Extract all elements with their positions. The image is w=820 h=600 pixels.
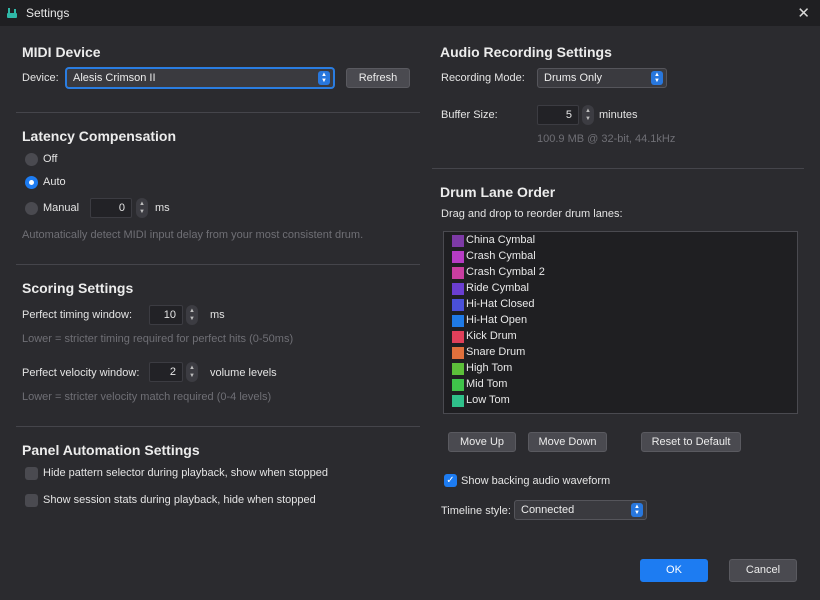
timing-window-stepper[interactable]: ▲ ▼ bbox=[186, 305, 198, 325]
audio-heading: Audio Recording Settings bbox=[440, 44, 612, 60]
show-session-stats-label: Show session stats during playback, hide… bbox=[43, 494, 316, 506]
move-down-button[interactable]: Move Down bbox=[528, 432, 607, 452]
chevron-updown-icon: ▲ ▼ bbox=[651, 71, 663, 85]
timeline-style-value: Connected bbox=[521, 504, 575, 516]
timing-window-unit: ms bbox=[210, 309, 225, 321]
buffer-size-stepper[interactable]: ▲ ▼ bbox=[582, 105, 594, 125]
hide-pattern-selector-label: Hide pattern selector during playback, s… bbox=[43, 467, 328, 479]
ok-button[interactable]: OK bbox=[640, 559, 708, 582]
window-title: Settings bbox=[26, 6, 70, 20]
show-session-stats-checkbox[interactable] bbox=[25, 494, 38, 507]
color-swatch bbox=[452, 283, 464, 295]
refresh-button[interactable]: Refresh bbox=[346, 68, 410, 88]
timing-window-input[interactable]: 10 bbox=[149, 305, 183, 325]
device-select-value: Alesis Crimson II bbox=[73, 72, 156, 84]
color-swatch bbox=[452, 331, 464, 343]
latency-heading: Latency Compensation bbox=[22, 128, 177, 144]
velocity-window-hint: Lower = stricter velocity match required… bbox=[22, 391, 272, 403]
latency-hint: Automatically detect MIDI input delay fr… bbox=[22, 229, 364, 241]
timing-window-label: Perfect timing window: bbox=[22, 309, 133, 321]
buffer-size-unit: minutes bbox=[599, 109, 638, 121]
color-swatch bbox=[452, 299, 464, 311]
buffer-size-input[interactable]: 5 bbox=[537, 105, 579, 125]
show-waveform-checkbox[interactable]: ✓ bbox=[444, 474, 457, 487]
reset-to-default-button[interactable]: Reset to Default bbox=[641, 432, 741, 452]
color-swatch bbox=[452, 347, 464, 359]
color-swatch bbox=[452, 251, 464, 263]
latency-auto-radio[interactable] bbox=[25, 176, 38, 189]
velocity-window-input[interactable]: 2 bbox=[149, 362, 183, 382]
divider bbox=[16, 426, 420, 427]
manual-latency-unit: ms bbox=[155, 202, 170, 214]
color-swatch bbox=[452, 267, 464, 279]
hide-pattern-selector-checkbox[interactable] bbox=[25, 467, 38, 480]
divider bbox=[16, 112, 420, 113]
buffer-size-info: 100.9 MB @ 32-bit, 44.1kHz bbox=[537, 133, 676, 145]
manual-latency-stepper[interactable]: ▲ ▼ bbox=[136, 198, 148, 218]
lane-order-subtitle: Drag and drop to reorder drum lanes: bbox=[441, 208, 623, 220]
move-up-button[interactable]: Move Up bbox=[448, 432, 516, 452]
color-swatch bbox=[452, 395, 464, 407]
divider bbox=[16, 264, 420, 265]
buffer-size-label: Buffer Size: bbox=[441, 109, 498, 121]
latency-off-label: Off bbox=[43, 153, 58, 165]
velocity-window-label: Perfect velocity window: bbox=[22, 367, 140, 379]
recording-mode-label: Recording Mode: bbox=[441, 72, 525, 84]
latency-auto-label: Auto bbox=[43, 176, 66, 188]
show-waveform-label: Show backing audio waveform bbox=[461, 475, 611, 487]
latency-manual-label: Manual bbox=[43, 202, 80, 214]
panel-heading: Panel Automation Settings bbox=[22, 442, 200, 458]
midi-heading: MIDI Device bbox=[22, 44, 101, 60]
chevron-updown-icon: ▲ ▼ bbox=[318, 71, 330, 85]
color-swatch bbox=[452, 315, 464, 327]
chevron-updown-icon: ▲ ▼ bbox=[631, 503, 643, 517]
app-icon bbox=[7, 8, 17, 18]
timing-window-hint: Lower = stricter timing required for per… bbox=[22, 333, 294, 345]
title-bar: Settings ✕ bbox=[0, 0, 820, 26]
color-swatch bbox=[452, 363, 464, 375]
timeline-style-label: Timeline style: bbox=[441, 505, 511, 517]
recording-mode-value: Drums Only bbox=[544, 72, 603, 84]
device-select[interactable]: Alesis Crimson II ▲ ▼ bbox=[66, 68, 334, 88]
velocity-window-stepper[interactable]: ▲ ▼ bbox=[186, 362, 198, 382]
latency-manual-radio[interactable] bbox=[25, 202, 38, 215]
latency-off-radio[interactable] bbox=[25, 153, 38, 166]
lane-order-heading: Drum Lane Order bbox=[440, 184, 556, 200]
color-swatch bbox=[452, 379, 464, 391]
timeline-style-select[interactable]: Connected ▲ ▼ bbox=[514, 500, 647, 520]
color-swatch bbox=[452, 235, 464, 247]
cancel-button[interactable]: Cancel bbox=[729, 559, 797, 582]
device-label: Device: bbox=[22, 72, 59, 84]
close-icon[interactable]: ✕ bbox=[797, 4, 810, 22]
divider bbox=[432, 168, 804, 169]
scoring-heading: Scoring Settings bbox=[22, 280, 134, 296]
velocity-window-unit: volume levels bbox=[210, 367, 277, 379]
recording-mode-select[interactable]: Drums Only ▲ ▼ bbox=[537, 68, 667, 88]
drum-lane-list[interactable]: China Cymbal Crash Cymbal Crash Cymbal 2… bbox=[443, 231, 798, 414]
manual-latency-input[interactable]: 0 bbox=[90, 198, 132, 218]
